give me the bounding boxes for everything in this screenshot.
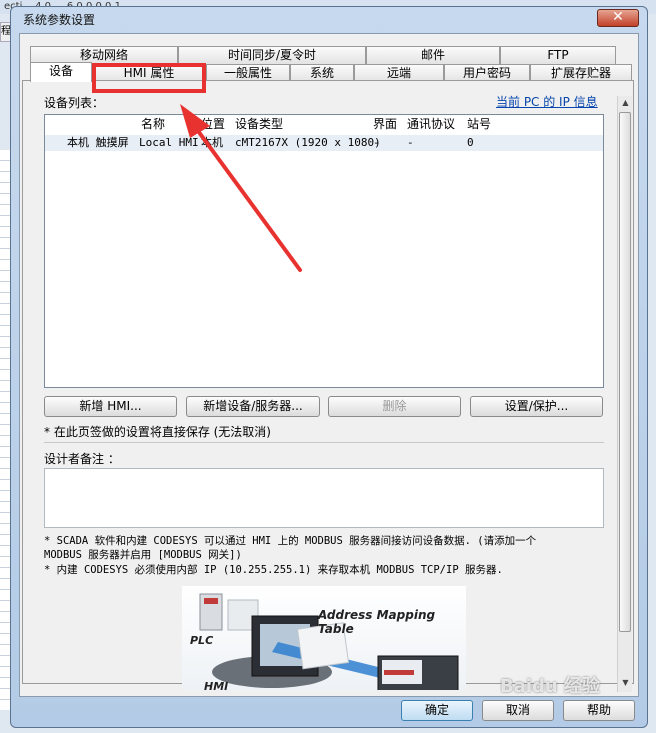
- cell-station: 0: [467, 136, 474, 149]
- column-header-location[interactable]: 位置: [201, 115, 225, 133]
- help-button[interactable]: 帮助: [563, 700, 635, 721]
- panel-scrollbar[interactable]: ▲ ▼: [617, 96, 632, 692]
- note-line-3: * 内建 CODESYS 必须使用内部 IP (10.255.255.1) 来存…: [44, 564, 503, 576]
- tab-time-sync[interactable]: 时间同步/夏令时: [178, 46, 366, 64]
- address-mapping-illustration: Address Mapping Table PLC HMI: [182, 586, 466, 690]
- scroll-thumb[interactable]: [619, 112, 631, 632]
- note-line-1: * SCADA 软件和内建 CODESYS 可以通过 HMI 上的 MODBUS…: [44, 535, 537, 547]
- tab-ftp[interactable]: FTP: [500, 46, 616, 64]
- baidu-watermark: Baidu 经验: [500, 676, 601, 697]
- table-row[interactable]: 本机 触摸屏 Local HMI 本机 cMT2167X (1920 x 108…: [45, 135, 603, 151]
- cancel-button[interactable]: 取消: [482, 700, 554, 721]
- close-button[interactable]: ✕: [597, 9, 639, 27]
- device-list-label: 设备列表：: [44, 96, 105, 110]
- column-header-interface[interactable]: 界面: [373, 115, 397, 133]
- settings-protect-button[interactable]: 设置/保护...: [470, 396, 603, 417]
- save-notice: * 在此页签做的设置将直接保存 (无法取消): [44, 425, 271, 439]
- cell-location: 本机: [201, 136, 223, 149]
- scroll-down-icon[interactable]: ▼: [618, 676, 633, 690]
- add-hmi-button[interactable]: 新增 HMI...: [44, 396, 177, 417]
- illustration-hmi-label: HMI: [204, 680, 229, 690]
- designer-notes-input[interactable]: [44, 468, 604, 528]
- device-list[interactable]: 名称 位置 设备类型 界面 通讯协议 站号 本机 触摸屏 Local HMI 本…: [44, 114, 604, 388]
- dialog-title: 系统参数设置: [23, 13, 96, 27]
- column-header-protocol[interactable]: 通讯协议: [407, 115, 455, 133]
- tab-email[interactable]: 邮件: [366, 46, 500, 64]
- divider: [44, 442, 604, 443]
- designer-notes-label: 设计者备注 ：: [44, 452, 120, 466]
- cell-device-label: 本机 触摸屏: [67, 136, 129, 149]
- add-device-server-button[interactable]: 新增设备/服务器...: [186, 396, 320, 417]
- illustration-graphic: [199, 593, 459, 690]
- delete-button[interactable]: 删除: [328, 396, 461, 417]
- illustration-plc-label: PLC: [190, 634, 214, 647]
- cell-name: Local HMI: [139, 136, 199, 149]
- pc-ip-info-link[interactable]: 当前 PC 的 IP 信息: [496, 93, 598, 110]
- cell-protocol: -: [407, 136, 414, 149]
- tab-device[interactable]: 设备: [30, 62, 92, 82]
- cell-interface: -: [373, 136, 380, 149]
- column-header-station[interactable]: 站号: [467, 115, 491, 133]
- note-line-2: MODBUS 服务器并启用 [MODBUS 网关]): [44, 549, 242, 561]
- ok-button[interactable]: 确定: [401, 700, 473, 721]
- cell-device-type: cMT2167X (1920 x 1080): [235, 136, 381, 149]
- column-header-device-type[interactable]: 设备类型: [235, 115, 283, 133]
- scroll-up-icon[interactable]: ▲: [618, 96, 633, 110]
- close-icon: ✕: [612, 9, 624, 25]
- illustration-title: Address Mapping Table: [318, 608, 436, 636]
- column-header-name[interactable]: 名称: [141, 115, 165, 133]
- annotation-highlight-box: [92, 63, 206, 93]
